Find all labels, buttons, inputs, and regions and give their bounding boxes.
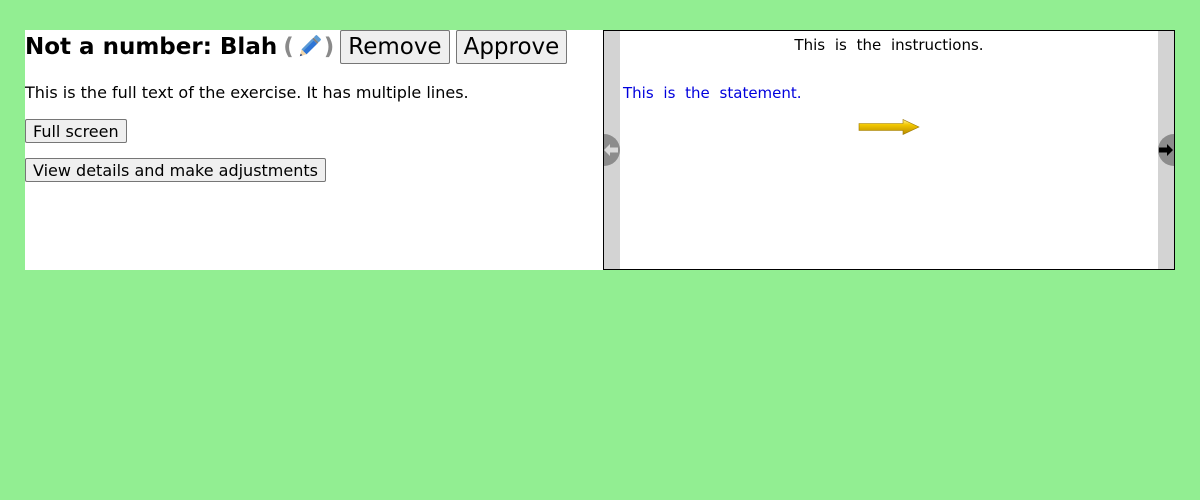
full-screen-button[interactable]: Full screen	[25, 119, 127, 143]
exercise-summary-panel: Not a number: Blah ( ) Remove Approve Th…	[25, 30, 604, 270]
edit-paren-open: (	[283, 34, 294, 60]
exercise-card: Not a number: Blah ( ) Remove Approve Th…	[25, 30, 1175, 270]
title-row: Not a number: Blah ( ) Remove Approve	[25, 30, 568, 64]
pencil-icon[interactable]	[294, 32, 324, 62]
exercise-title: Not a number: Blah	[25, 34, 278, 60]
exercise-full-text: This is the full text of the exercise. I…	[25, 83, 469, 102]
preview-instructions: This is the instructions.	[794, 36, 984, 54]
yellow-arrow-icon	[858, 119, 920, 135]
view-details-button[interactable]: View details and make adjustments	[25, 158, 326, 182]
preview-statement: This is the statement.	[623, 84, 802, 102]
exercise-preview: This is the instructions. This is the st…	[603, 30, 1175, 270]
edit-paren-close: )	[323, 34, 335, 60]
remove-button[interactable]: Remove	[340, 30, 450, 64]
approve-button[interactable]: Approve	[455, 30, 568, 64]
